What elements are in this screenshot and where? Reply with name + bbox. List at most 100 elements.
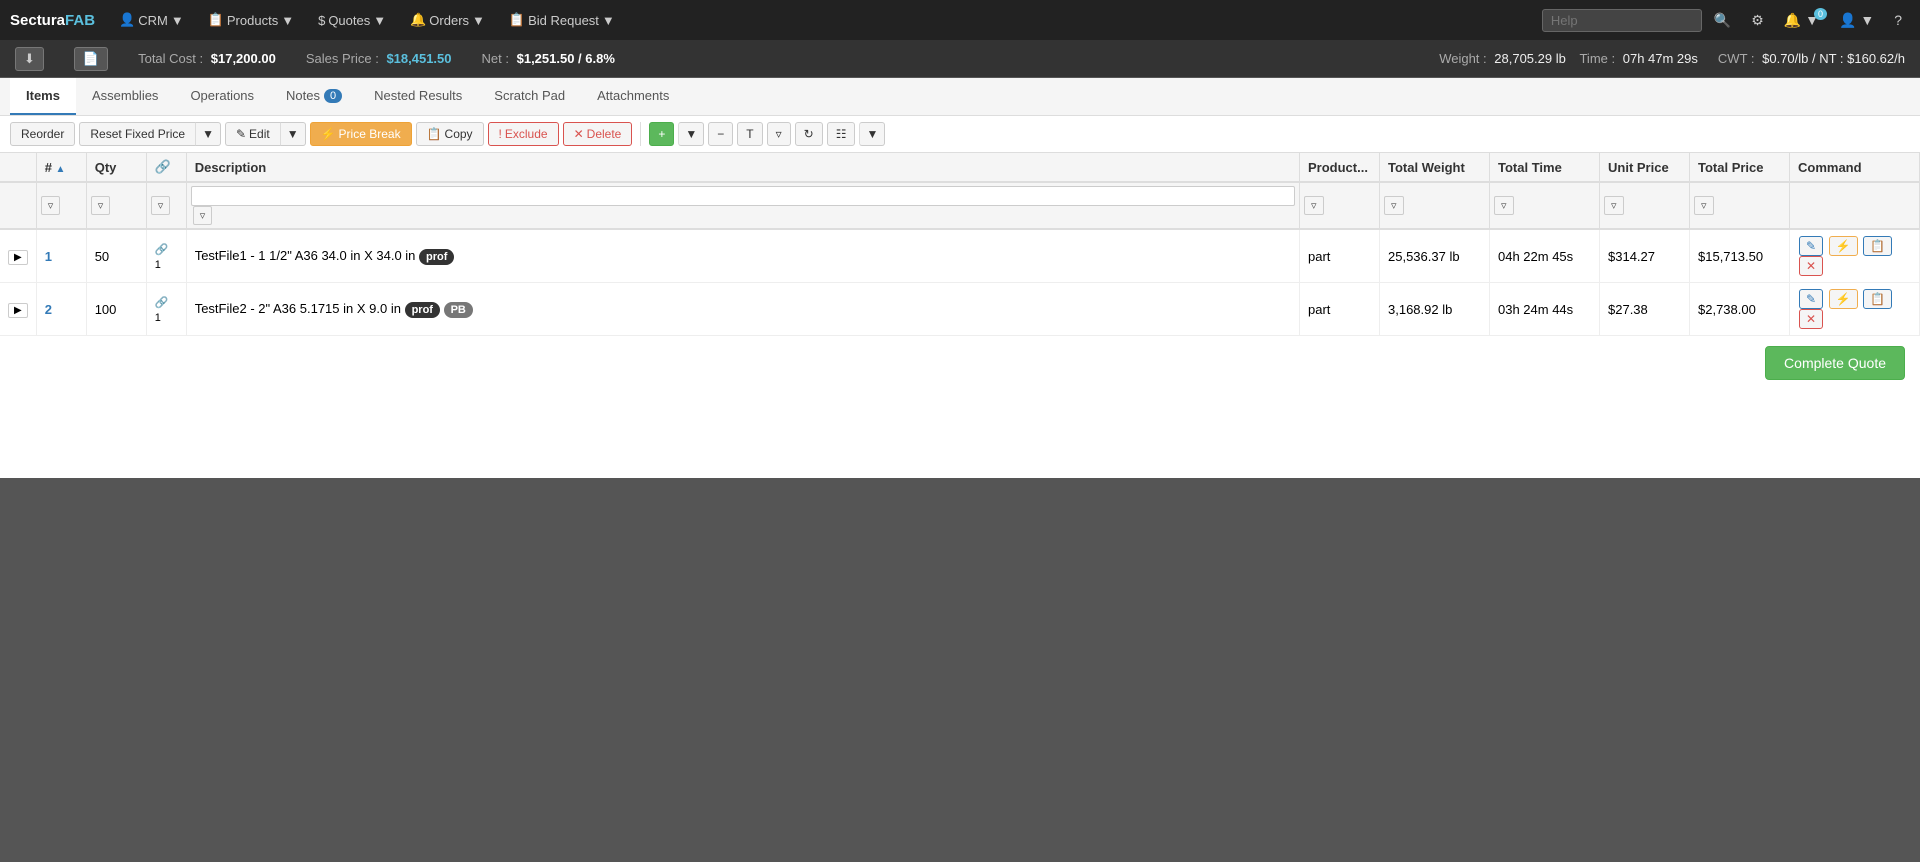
page-btn[interactable]: 📄 xyxy=(74,47,108,71)
filter-description-btn[interactable]: ▿ xyxy=(193,206,213,225)
exclude-button[interactable]: ! Exclude xyxy=(488,122,559,146)
grid-dropdown[interactable]: ▼ xyxy=(859,122,885,146)
notes-badge: 0 xyxy=(324,89,342,103)
filter-unit-price: ▿ xyxy=(1600,182,1690,229)
cwt-info: CWT : $0.70/lb / NT : $160.62/h xyxy=(1718,51,1905,66)
col-link: 🔗 xyxy=(146,153,186,182)
filter-product-btn[interactable]: ▿ xyxy=(1304,196,1324,215)
grid-button[interactable]: ☷ xyxy=(827,122,856,146)
col-total-time: Total Time xyxy=(1490,153,1600,182)
col-description: Description xyxy=(186,153,1299,182)
filter-product: ▿ xyxy=(1300,182,1380,229)
expand-button[interactable]: ▶ xyxy=(8,303,28,318)
notifications-icon-btn[interactable]: 🔔 0 ▼ xyxy=(1776,8,1827,33)
notification-badge: 0 xyxy=(1814,8,1827,20)
sort-icon: ▲ xyxy=(56,164,66,175)
minus-button[interactable]: − xyxy=(708,122,733,146)
cell-product: part xyxy=(1300,283,1380,336)
add-dropdown[interactable]: ▼ xyxy=(678,122,704,146)
tab-items[interactable]: Items xyxy=(10,78,76,115)
table-body: ▶ 1 50 🔗 1 TestFile1 - 1 1/2" A36 34.0 i… xyxy=(0,229,1920,336)
edit-row-button[interactable]: ✎ xyxy=(1799,236,1823,256)
link-icon: 🔗 xyxy=(155,297,169,309)
filter-total-time: ▿ xyxy=(1490,182,1600,229)
filter-description: ▿ xyxy=(186,182,1299,229)
cell-total-price: $15,713.50 xyxy=(1690,229,1790,283)
cell-total-weight: 25,536.37 lb xyxy=(1380,229,1490,283)
items-table-container: # ▲ Qty 🔗 Description Product... Total W… xyxy=(0,153,1920,336)
filter-weight-btn[interactable]: ▿ xyxy=(1384,196,1404,215)
help-icon-btn[interactable]: ? xyxy=(1886,8,1910,32)
reset-fixed-price-dropdown[interactable]: ▼ xyxy=(195,122,221,146)
link-count: 1 xyxy=(155,259,161,271)
filter-unit-price-btn[interactable]: ▿ xyxy=(1604,196,1624,215)
filter-total-price-btn[interactable]: ▿ xyxy=(1694,196,1714,215)
bolt-row-button[interactable]: ⚡ xyxy=(1829,289,1858,309)
text-button[interactable]: T xyxy=(737,122,762,146)
row-number: 1 xyxy=(45,249,52,264)
tab-notes[interactable]: Notes 0 xyxy=(270,78,358,115)
delete-row-button[interactable]: ✕ xyxy=(1799,309,1823,329)
col-unit-price: Unit Price xyxy=(1600,153,1690,182)
filter-link: ▿ xyxy=(146,182,186,229)
nav-bid-request[interactable]: 📋 Bid Request ▼ xyxy=(499,8,625,32)
tab-nested-results[interactable]: Nested Results xyxy=(358,78,478,115)
reset-fixed-price-button[interactable]: Reset Fixed Price xyxy=(79,122,195,146)
col-num: # ▲ xyxy=(36,153,86,182)
brand-logo[interactable]: SecturaFAB xyxy=(10,12,95,29)
filter-command xyxy=(1790,182,1920,229)
cell-command: ✎ ⚡ 📋 ✕ xyxy=(1790,283,1920,336)
cell-num: 2 xyxy=(36,283,86,336)
reset-fixed-price-group: Reset Fixed Price ▼ xyxy=(79,122,221,146)
filter-link-btn[interactable]: ▿ xyxy=(151,196,171,215)
refresh-button[interactable]: ↻ xyxy=(795,122,823,146)
edit-button[interactable]: ✎ Edit xyxy=(225,122,280,146)
link-icon: 🔗 xyxy=(155,244,169,256)
total-cost: Total Cost : $17,200.00 xyxy=(138,51,276,66)
filter-expand xyxy=(0,182,36,229)
expand-button[interactable]: ▶ xyxy=(8,250,28,265)
tab-operations[interactable]: Operations xyxy=(174,78,270,115)
price-break-button[interactable]: ⚡ Price Break xyxy=(310,122,412,146)
col-command: Command xyxy=(1790,153,1920,182)
copy-row-button[interactable]: 📋 xyxy=(1863,236,1892,256)
search-icon-btn[interactable]: 🔍 xyxy=(1706,8,1739,33)
edit-row-button[interactable]: ✎ xyxy=(1799,289,1823,309)
sales-price: Sales Price : $18,451.50 xyxy=(306,51,452,66)
net-value: Net : $1,251.50 / 6.8% xyxy=(482,51,615,66)
nav-quotes[interactable]: $ Quotes ▼ xyxy=(308,9,396,32)
cell-description: TestFile1 - 1 1/2" A36 34.0 in X 34.0 in… xyxy=(186,229,1299,283)
nav-products[interactable]: 📋 Products ▼ xyxy=(198,8,304,32)
settings-icon-btn[interactable]: ⚙ xyxy=(1743,8,1772,33)
bolt-row-button[interactable]: ⚡ xyxy=(1829,236,1858,256)
nav-orders[interactable]: 🔔 Orders ▼ xyxy=(400,8,495,32)
col-qty: Qty xyxy=(86,153,146,182)
filter-row: ▿ ▿ ▿ ▿ ▿ ▿ xyxy=(0,182,1920,229)
delete-row-button[interactable]: ✕ xyxy=(1799,256,1823,276)
user-icon-btn[interactable]: 👤 ▼ xyxy=(1831,8,1882,33)
filter-description-input[interactable] xyxy=(191,186,1295,206)
filter-num-btn[interactable]: ▿ xyxy=(41,196,61,215)
copy-row-button[interactable]: 📋 xyxy=(1863,289,1892,309)
weight-info: Weight : 28,705.29 lb Time : 07h 47m 29s xyxy=(1439,51,1698,66)
nav-crm[interactable]: 👤 CRM ▼ xyxy=(109,8,194,32)
complete-quote-button[interactable]: Complete Quote xyxy=(1765,346,1905,380)
col-total-price: Total Price xyxy=(1690,153,1790,182)
download-btn[interactable]: ⬇ xyxy=(15,47,44,71)
edit-dropdown[interactable]: ▼ xyxy=(280,122,306,146)
tab-assemblies[interactable]: Assemblies xyxy=(76,78,174,115)
cell-total-time: 03h 24m 44s xyxy=(1490,283,1600,336)
col-product: Product... xyxy=(1300,153,1380,182)
cell-description: TestFile2 - 2" A36 5.1715 in X 9.0 in pr… xyxy=(186,283,1299,336)
filter-qty-btn[interactable]: ▿ xyxy=(91,196,111,215)
filter-button[interactable]: ▿ xyxy=(767,122,791,146)
filter-time-btn[interactable]: ▿ xyxy=(1494,196,1514,215)
delete-button[interactable]: ✕ Delete xyxy=(563,122,633,146)
copy-button[interactable]: 📋 Copy xyxy=(416,122,484,146)
help-search-input[interactable] xyxy=(1542,9,1702,32)
tab-scratch-pad[interactable]: Scratch Pad xyxy=(478,78,581,115)
add-button[interactable]: + xyxy=(649,122,674,146)
tab-attachments[interactable]: Attachments xyxy=(581,78,685,115)
reorder-button[interactable]: Reorder xyxy=(10,122,75,146)
table-row: ▶ 2 100 🔗 1 TestFile2 - 2" A36 5.1715 in… xyxy=(0,283,1920,336)
